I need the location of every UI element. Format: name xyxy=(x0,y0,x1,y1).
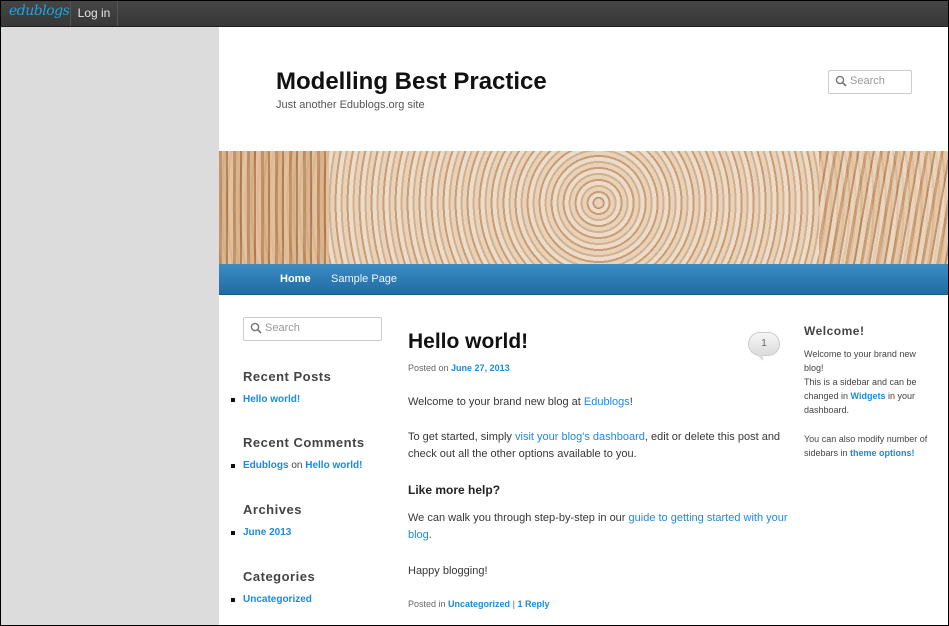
p3-text: We can walk you through step-by-step in … xyxy=(408,512,629,524)
header-search-placeholder: Search xyxy=(850,75,885,87)
welcome-widget-title: Welcome! xyxy=(804,324,865,338)
p1-end: ! xyxy=(629,396,633,408)
reply-link[interactable]: 1 Reply xyxy=(517,599,549,609)
nav-item-home[interactable]: Home xyxy=(280,264,311,294)
sidebar-search-placeholder: Search xyxy=(265,322,300,334)
site-page: Modelling Best Practice Just another Edu… xyxy=(219,27,949,626)
post-paragraph-3: We can walk you through step-by-step in … xyxy=(408,510,788,544)
edublogs-logo-text: edublogs xyxy=(9,3,70,19)
recent-posts-list: Hello world! xyxy=(219,394,300,405)
post-title[interactable]: Hello world! xyxy=(408,330,528,354)
post-paragraph-2: To get started, simply visit your blog's… xyxy=(408,429,788,463)
welcome-text-3: You can also modify number of sidebars i… xyxy=(804,432,934,460)
posted-in-label: Posted in xyxy=(408,599,446,609)
header-search-input[interactable]: Search xyxy=(828,70,912,94)
post-paragraph-1: Welcome to your brand new blog at Edublo… xyxy=(408,394,788,411)
posted-on-label: Posted on xyxy=(408,363,449,373)
archives-list: June 2013 xyxy=(219,527,291,538)
welcome-text-2: This is a sidebar and can be changed in … xyxy=(804,375,934,417)
site-description: Just another Edublogs.org site xyxy=(276,99,425,111)
post-subheading: Like more help? xyxy=(408,483,501,497)
widgets-link[interactable]: Widgets xyxy=(851,391,886,401)
list-item: Hello world! xyxy=(219,394,300,405)
p2-text: To get started, simply xyxy=(408,431,515,443)
comment-author-link[interactable]: Edublogs xyxy=(243,460,289,471)
category-link[interactable]: Uncategorized xyxy=(243,594,312,605)
post-paragraph-4: Happy blogging! xyxy=(408,565,488,577)
header-banner-image xyxy=(219,151,949,264)
list-item: Uncategorized xyxy=(219,594,312,605)
main-navigation: Home Sample Page xyxy=(219,264,949,295)
banner-wood-right xyxy=(819,151,949,264)
recent-posts-title: Recent Posts xyxy=(243,369,332,384)
list-item: June 2013 xyxy=(219,527,291,538)
p1-text: Welcome to your brand new blog at xyxy=(408,396,584,408)
p3-end: . xyxy=(428,529,432,541)
edublogs-logo[interactable]: edublogs xyxy=(0,0,71,26)
comment-bubble-icon[interactable]: 1 xyxy=(748,332,780,361)
archive-link[interactable]: June 2013 xyxy=(243,527,291,538)
list-item: Edublogs on Hello world! xyxy=(219,460,362,471)
site-title[interactable]: Modelling Best Practice xyxy=(276,68,547,96)
admin-bar: edublogs Log in xyxy=(0,0,949,27)
comment-count: 1 xyxy=(761,338,767,349)
search-icon xyxy=(835,75,847,87)
nav-item-sample-page[interactable]: Sample Page xyxy=(331,264,397,294)
recent-post-link[interactable]: Hello world! xyxy=(243,394,300,405)
edublogs-link[interactable]: Edublogs xyxy=(584,396,630,408)
post-date-link[interactable]: June 27, 2013 xyxy=(451,363,510,373)
recent-comments-list: Edublogs on Hello world! xyxy=(219,460,362,471)
post-meta: Posted on June 27, 2013 xyxy=(408,363,510,373)
archives-title: Archives xyxy=(243,502,302,517)
theme-options-link[interactable]: theme options! xyxy=(850,448,915,458)
search-icon xyxy=(250,322,262,334)
post-category-link[interactable]: Uncategorized xyxy=(448,599,510,609)
categories-title: Categories xyxy=(243,569,316,584)
recent-comments-title: Recent Comments xyxy=(243,435,365,450)
sidebar-search-input[interactable]: Search xyxy=(243,317,382,341)
post-footer-meta: Posted in Uncategorized | 1 Reply xyxy=(408,599,549,609)
banner-wood-left xyxy=(219,151,329,264)
comment-post-link[interactable]: Hello world! xyxy=(305,460,362,471)
login-link[interactable]: Log in xyxy=(71,0,118,26)
welcome-text-1: Welcome to your brand new blog! xyxy=(804,349,916,373)
categories-list: Uncategorized xyxy=(219,594,312,605)
comment-on-text: on xyxy=(291,460,303,471)
meta-separator: | xyxy=(512,599,515,609)
dashboard-link[interactable]: visit your blog's dashboard xyxy=(515,431,645,443)
